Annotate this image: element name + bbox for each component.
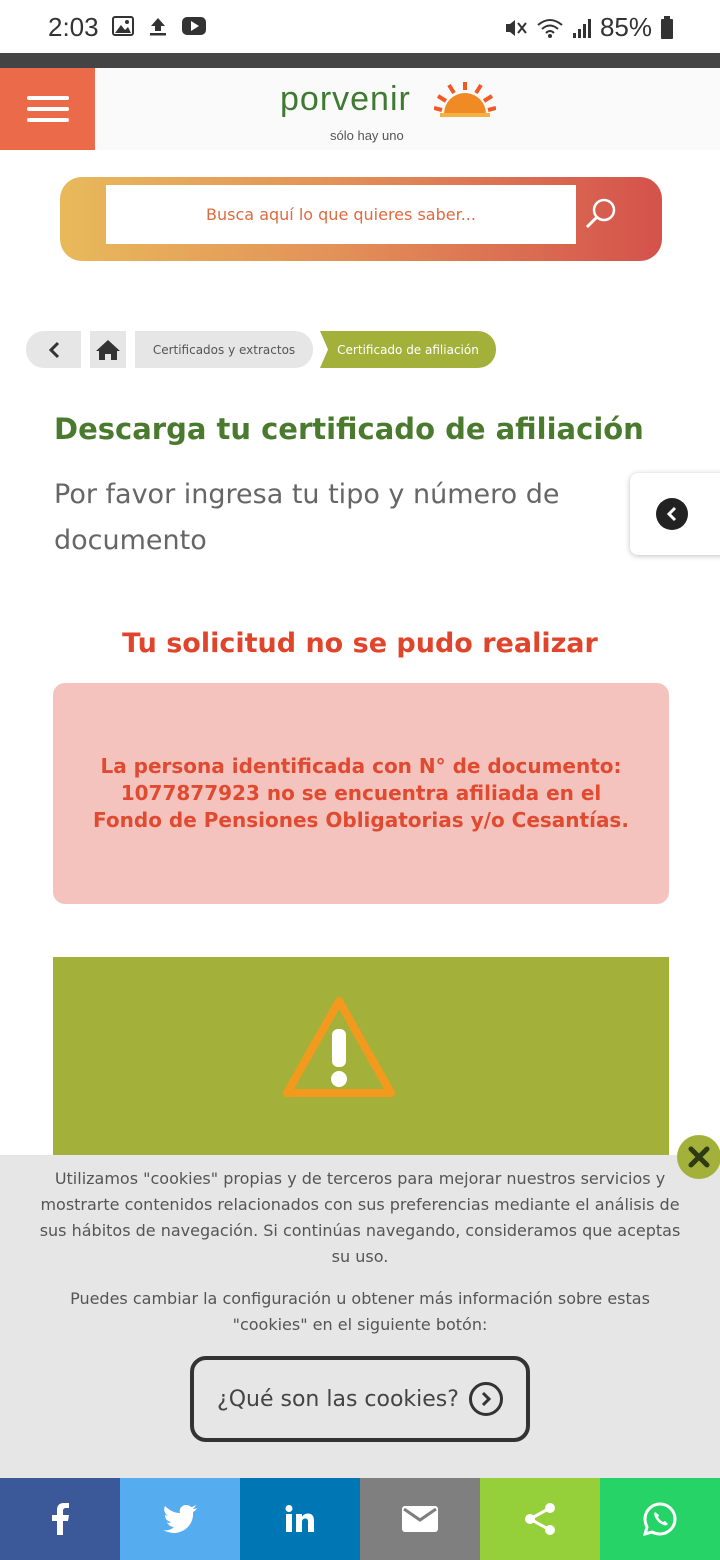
home-icon bbox=[96, 339, 120, 360]
search-input[interactable]: Busca aquí lo que quieres saber... bbox=[106, 185, 576, 244]
share-linkedin[interactable] bbox=[240, 1478, 360, 1560]
whatsapp-icon bbox=[642, 1502, 677, 1537]
cookie-notice-text: Utilizamos "cookies" propias y de tercer… bbox=[39, 1169, 681, 1266]
wifi-icon bbox=[537, 18, 563, 38]
chevron-left-icon bbox=[666, 506, 677, 522]
mute-icon bbox=[505, 19, 527, 36]
email-icon bbox=[402, 1506, 438, 1532]
browser-bar bbox=[0, 53, 720, 68]
search-bar: Busca aquí lo que quieres saber... bbox=[60, 177, 662, 261]
hamburger-icon bbox=[26, 96, 69, 100]
sun-icon bbox=[434, 82, 496, 117]
porvenir-logo[interactable]: porvenir sólo hay uno bbox=[280, 78, 500, 144]
chevron-right-icon bbox=[481, 1391, 492, 1407]
breadcrumb-certificados[interactable]: Certificados y extractos bbox=[135, 331, 313, 368]
logo-tagline: sólo hay uno bbox=[330, 128, 404, 143]
cookie-banner: Utilizamos "cookies" propias y de tercer… bbox=[0, 1155, 720, 1478]
breadcrumb-certificado-afiliacion: Certificado de afiliación bbox=[320, 331, 496, 368]
cookie-button-label: ¿Qué son las cookies? bbox=[217, 1386, 459, 1412]
breadcrumb-back-button[interactable] bbox=[26, 331, 81, 368]
share-bar bbox=[0, 1478, 720, 1560]
battery-level: 85% bbox=[599, 12, 652, 42]
cookie-close-button[interactable] bbox=[677, 1135, 720, 1179]
signal-icon bbox=[572, 18, 591, 38]
page-title: Descarga tu certificado de afiliación bbox=[54, 412, 644, 446]
error-message-box: La persona identificada con N° de docume… bbox=[53, 683, 669, 904]
upload-icon bbox=[150, 18, 166, 36]
share-twitter[interactable] bbox=[120, 1478, 240, 1560]
status-time: 2:03 bbox=[48, 12, 99, 42]
battery-icon bbox=[661, 15, 673, 39]
breadcrumb-home[interactable] bbox=[90, 331, 126, 368]
share-whatsapp[interactable] bbox=[600, 1478, 720, 1560]
menu-button[interactable] bbox=[0, 68, 95, 150]
cookie-config-text: Puedes cambiar la configuración u obtene… bbox=[70, 1289, 650, 1334]
facebook-icon bbox=[52, 1503, 69, 1535]
page-subtitle: Por favor ingresa tu tipo y número de do… bbox=[54, 479, 560, 556]
status-bar: 2:03 85% bbox=[0, 0, 720, 53]
image-icon bbox=[112, 16, 134, 36]
what-are-cookies-button[interactable]: ¿Qué son las cookies? bbox=[190, 1356, 530, 1442]
close-icon bbox=[688, 1146, 710, 1168]
logo-text: porvenir bbox=[280, 80, 411, 118]
share-generic[interactable] bbox=[480, 1478, 600, 1560]
search-icon[interactable] bbox=[584, 197, 618, 231]
linkedin-icon bbox=[285, 1505, 314, 1532]
warning-icon bbox=[283, 997, 395, 1097]
share-icon bbox=[525, 1503, 555, 1535]
share-facebook[interactable] bbox=[0, 1478, 120, 1560]
chevron-left-icon bbox=[48, 341, 59, 358]
twitter-icon bbox=[163, 1505, 197, 1533]
site-header: porvenir sólo hay uno bbox=[0, 68, 720, 150]
youtube-icon bbox=[182, 17, 206, 35]
side-panel-toggle[interactable] bbox=[630, 473, 720, 555]
error-message: La persona identificada con N° de docume… bbox=[93, 754, 629, 832]
error-title: Tu solicitud no se pudo realizar bbox=[122, 628, 598, 659]
share-email[interactable] bbox=[360, 1478, 480, 1560]
